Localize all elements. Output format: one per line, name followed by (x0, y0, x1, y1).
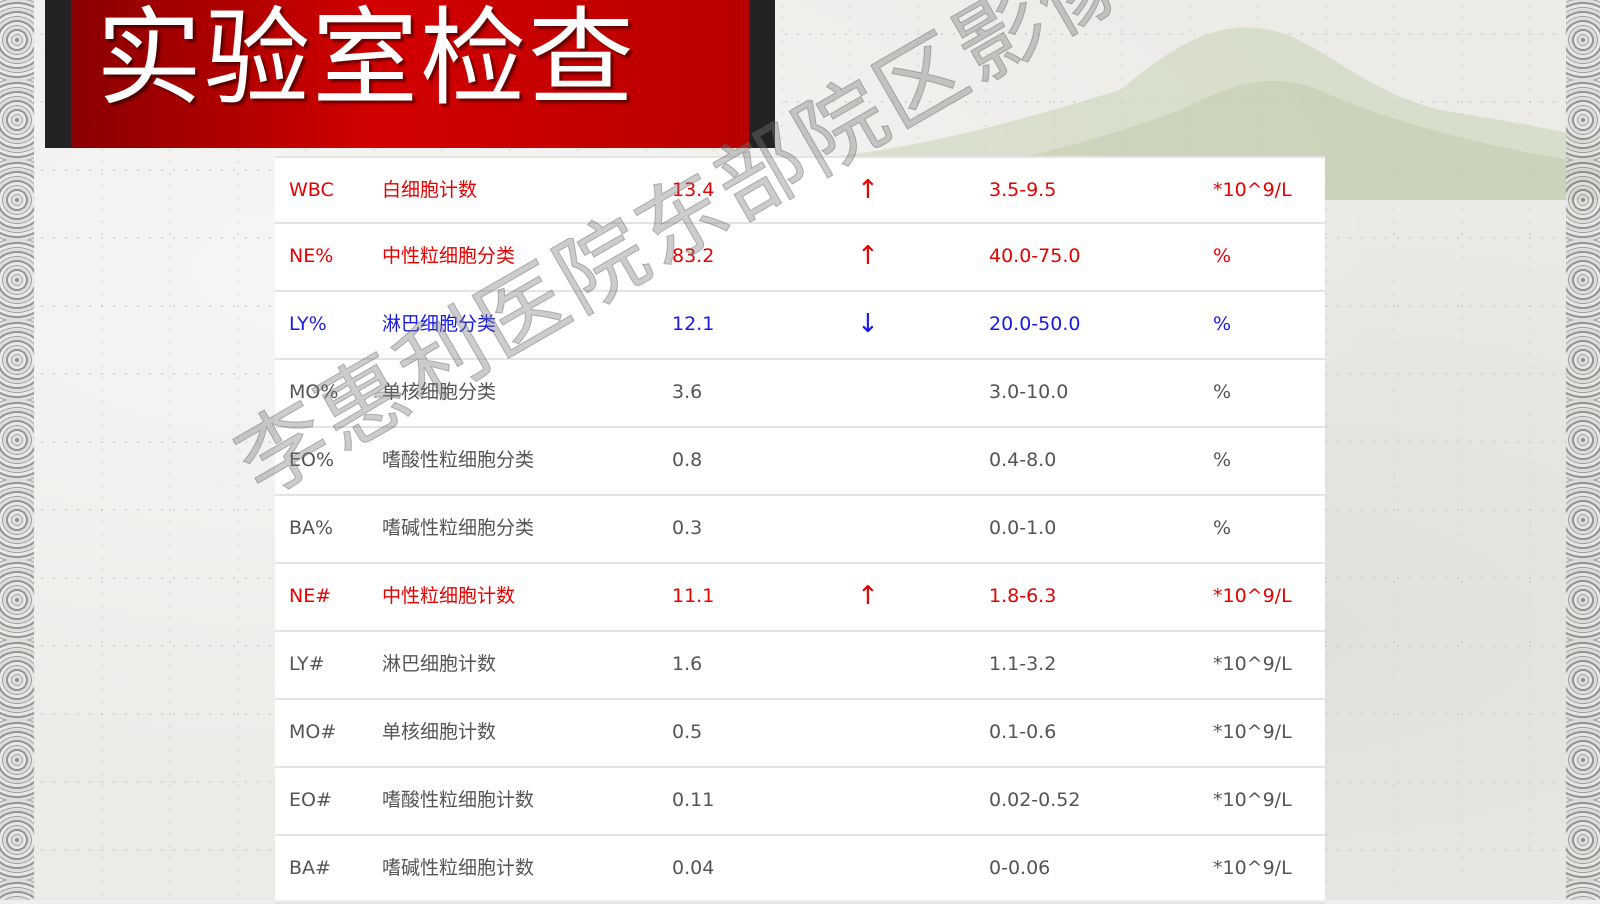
test-value: 1.6 (672, 653, 703, 675)
test-name: 嗜碱性粒细胞分类 (382, 517, 535, 539)
right-ornamental-border (1566, 0, 1600, 900)
reference-range: 1.1-3.2 (989, 653, 1057, 675)
table-row: NE# 中性粒细胞计数 11.1 ↑ 1.8-6.3 *10^9/L (275, 564, 1325, 632)
test-unit: % (1213, 517, 1232, 539)
test-name: 单核细胞计数 (382, 721, 497, 743)
test-unit: % (1213, 381, 1232, 403)
reference-range: 0.4-8.0 (989, 449, 1057, 471)
test-code: MO# (289, 721, 337, 743)
reference-range: 20.0-50.0 (989, 313, 1081, 335)
test-value: 0.8 (672, 449, 703, 471)
test-code: EO# (289, 789, 332, 811)
test-unit: % (1213, 245, 1232, 267)
test-unit: % (1213, 313, 1232, 335)
table-row: EO% 嗜酸性粒细胞分类 0.8 0.4-8.0% (275, 428, 1325, 496)
test-name: 中性粒细胞计数 (382, 585, 516, 607)
abnormal-flag-icon: ↓ (857, 309, 879, 339)
test-name: 白细胞计数 (382, 179, 478, 201)
table-row: EO# 嗜酸性粒细胞计数 0.11 0.02-0.52 *10^9/L (275, 768, 1325, 836)
page-title: 实验室检查 (96, 0, 636, 120)
reference-range: 3.0-10.0 (989, 381, 1069, 403)
test-value: 0.11 (672, 789, 715, 811)
test-value: 0.3 (672, 517, 703, 539)
left-ornamental-border (0, 0, 34, 900)
reference-range: 3.5-9.5 (989, 179, 1057, 201)
table-row: LY# 淋巴细胞计数 1.6 1.1-3.2 *10^9/L (275, 632, 1325, 700)
test-value: 0.04 (672, 857, 715, 879)
lab-results-table: WBC 白细胞计数 13.4 ↑ 3.5-9.5 *10^9/L NE% 中性粒细胞分类 83.… (275, 156, 1325, 904)
test-code: NE# (289, 585, 332, 607)
test-unit: *10^9/L (1213, 789, 1292, 811)
table-row: BA# 嗜碱性粒细胞计数 0.04 0-0.06 *10^9/L (275, 836, 1325, 904)
test-name: 淋巴细胞计数 (382, 653, 497, 675)
test-value: 3.6 (672, 381, 703, 403)
test-code: NE% (289, 245, 334, 267)
test-unit: *10^9/L (1213, 721, 1292, 743)
test-unit: *10^9/L (1213, 857, 1292, 879)
test-value: 11.1 (672, 585, 715, 607)
test-unit: % (1213, 449, 1232, 471)
reference-range: 0.02-0.52 (989, 789, 1081, 811)
test-unit: *10^9/L (1213, 653, 1292, 675)
test-code: WBC (289, 179, 334, 201)
table-row: BA% 嗜碱性粒细胞分类 0.3 0.0-1.0% (275, 496, 1325, 564)
abnormal-flag-icon: ↑ (857, 241, 879, 271)
test-value: 0.5 (672, 721, 703, 743)
test-unit: *10^9/L (1213, 179, 1292, 201)
reference-range: 1.8-6.3 (989, 585, 1057, 607)
table-row: MO# 单核细胞计数 0.5 0.1-0.6 *10^9/L (275, 700, 1325, 768)
test-code: LY# (289, 653, 325, 675)
reference-range: 0.1-0.6 (989, 721, 1057, 743)
test-code: BA# (289, 857, 331, 879)
test-unit: *10^9/L (1213, 585, 1292, 607)
test-name: 嗜酸性粒细胞计数 (382, 789, 535, 811)
test-value: 12.1 (672, 313, 715, 335)
reference-range: 0-0.06 (989, 857, 1051, 879)
test-name: 嗜碱性粒细胞计数 (382, 857, 535, 879)
reference-range: 40.0-75.0 (989, 245, 1081, 267)
reference-range: 0.0-1.0 (989, 517, 1057, 539)
abnormal-flag-icon: ↑ (857, 581, 879, 611)
